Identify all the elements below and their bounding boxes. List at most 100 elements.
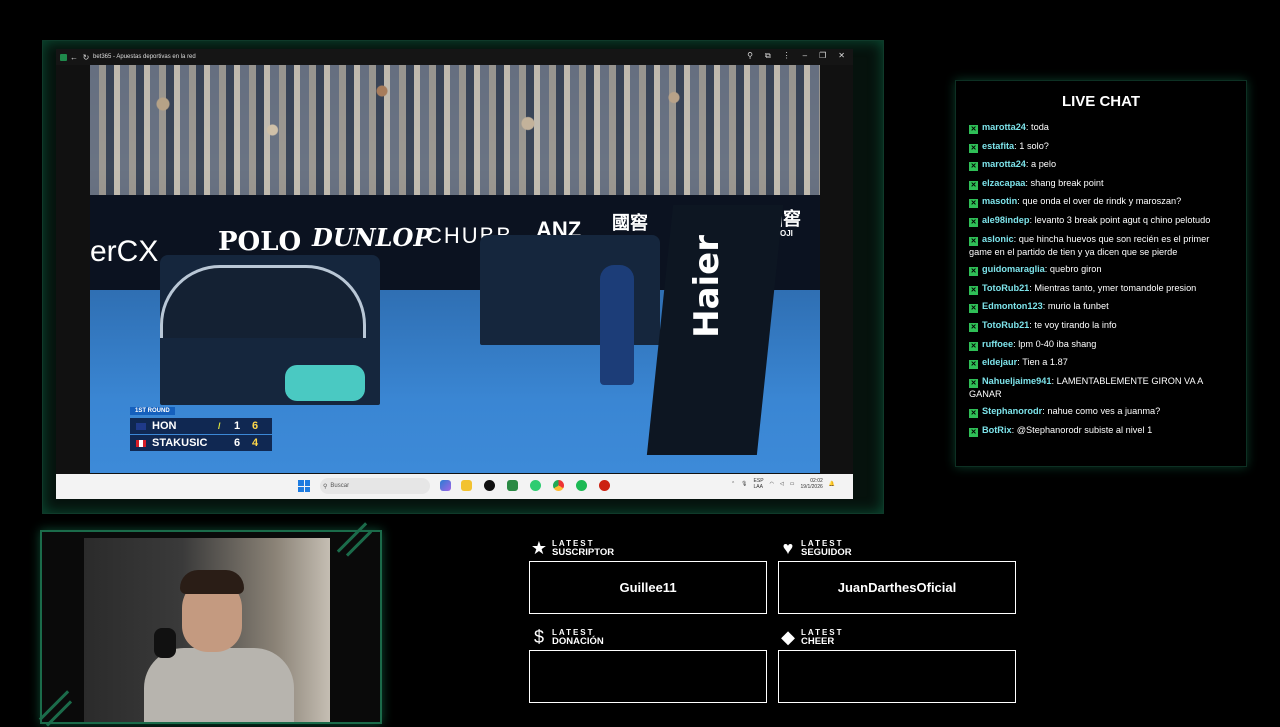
taskbar-search-input[interactable]: Buscar <box>330 483 349 489</box>
chat-message: ✕ eldejaur: Tien a 1.87 <box>969 356 1231 370</box>
kick-badge-icon: ✕ <box>969 125 978 134</box>
site-favicon-icon <box>60 53 67 61</box>
browser-titlebar: ← ↻ bet365 - Apuestas deportivas en la r… <box>56 49 853 65</box>
umpire-chair-brand: Haier <box>687 235 727 338</box>
windows-start-icon[interactable] <box>298 480 310 492</box>
chat-text: levanto 3 break point agut q chino pelot… <box>1034 214 1211 225</box>
zoom-icon[interactable]: ⚲ <box>747 51 753 61</box>
file-explorer-icon[interactable] <box>461 480 472 491</box>
whatsapp-icon[interactable] <box>530 480 541 491</box>
player-games: 6 <box>251 420 259 432</box>
chat-title: LIVE CHAT <box>1061 93 1141 110</box>
chat-message: ✕ Nahueljaime941: LAMENTABLEMENTE GIRON V… <box>969 375 1231 400</box>
lang-bottom: LAA <box>753 484 763 490</box>
chrome-icon[interactable] <box>553 480 564 491</box>
chat-username[interactable]: marotta24 <box>982 159 1026 169</box>
wifi-icon[interactable]: ◠ <box>770 481 774 487</box>
chat-username[interactable]: eldejaur <box>982 357 1017 367</box>
kick-badge-icon: ✕ <box>969 180 978 190</box>
diamond-icon: ◆ <box>781 627 795 647</box>
spotify-icon[interactable] <box>576 480 587 491</box>
alert-type-label: DONACIÓN <box>552 636 604 647</box>
kick-badge-icon: ✕ <box>969 199 978 209</box>
chat-text: te voy tirando la info <box>1034 319 1117 330</box>
titlebar-controls: ⚲ ⧉ ⋮ – ❐ ✕ <box>745 51 845 61</box>
tennis-player <box>600 265 634 385</box>
latest-subscriber-header: ★ LATEST SUSCRIPTOR <box>529 538 614 558</box>
chat-username[interactable]: Nahueljaime941 <box>982 376 1051 386</box>
back-arrow-icon[interactable]: ← <box>69 52 79 62</box>
chat-text: quebro giron <box>1049 264 1102 275</box>
taskbar-search[interactable]: ⚲ Buscar <box>320 478 430 494</box>
star-icon: ★ <box>530 538 548 558</box>
restore-button[interactable]: ❐ <box>819 51 826 61</box>
copilot-icon[interactable] <box>440 480 451 491</box>
chat-username[interactable]: estafita <box>982 141 1014 151</box>
mic-icon[interactable]: 🎙 <box>741 481 747 487</box>
chat-text: toda <box>1031 122 1049 132</box>
kick-badge-icon: ✕ <box>969 217 978 227</box>
player-sets: 6 <box>233 437 241 449</box>
chat-text: shang break point <box>1030 177 1104 188</box>
player-sets: 1 <box>233 420 241 432</box>
menu-dots-icon[interactable]: ⋮ <box>783 51 791 61</box>
bet365-app-icon[interactable] <box>507 480 518 491</box>
chat-username[interactable]: ale98indep <box>982 215 1030 225</box>
chat-username[interactable]: aslonic <box>982 234 1014 244</box>
chat-message: ✕ TotoRub21: Mientras tanto, ymer tomando… <box>969 282 1231 295</box>
kick-badge-icon: ✕ <box>969 322 978 332</box>
notification-bell-icon[interactable]: 🔔 <box>829 481 835 487</box>
heart-icon: ♥ <box>782 538 794 558</box>
live-chat-panel: LIVE CHAT ✕ marotta24: toda ✕ estafita: 1 s… <box>955 80 1247 467</box>
chat-text: lpm 0-40 iba shang <box>1018 338 1097 349</box>
scoreboard-round: 1ST ROUND <box>130 407 175 415</box>
chat-text: Mientras tanto, ymer tomandole presion <box>1034 282 1197 293</box>
webcam-feed <box>84 538 330 722</box>
chat-username[interactable]: TotoRub21 <box>982 283 1029 293</box>
refresh-icon[interactable]: ↻ <box>81 52 91 62</box>
app-icon[interactable] <box>599 480 610 491</box>
kick-badge-icon: ✕ <box>969 285 978 295</box>
scoreboard-row: STAKUSIC 6 4 <box>130 435 272 451</box>
latest-donation-box <box>529 650 767 703</box>
close-button[interactable]: ✕ <box>838 51 845 61</box>
australia-flag-icon <box>136 422 146 430</box>
clock[interactable]: 02:02 19/1/2026 <box>801 478 823 490</box>
kick-badge-icon: ✕ <box>969 341 978 351</box>
extensions-icon[interactable]: ⧉ <box>765 51 771 61</box>
chat-username[interactable]: ruffoee <box>982 339 1013 349</box>
chat-username[interactable]: Stephanorodr <box>982 406 1042 416</box>
chat-username[interactable]: Edmonton123 <box>982 301 1043 311</box>
bench-canopy-left <box>160 265 366 338</box>
scoreboard: 1ST ROUND HON / 1 6 STAKUSIC 6 4 <box>130 407 272 453</box>
kick-badge-icon: ✕ <box>969 143 978 153</box>
minimize-button[interactable]: – <box>803 51 807 61</box>
chat-username[interactable]: TotoRub21 <box>982 320 1029 330</box>
chat-message: ✕ ruffoee: lpm 0-40 iba shang <box>969 338 1231 351</box>
chat-username[interactable]: marotta24 <box>982 122 1026 132</box>
ad-guojiao-left: 國窖 <box>612 213 648 234</box>
volume-icon[interactable]: ◁ <box>780 481 784 487</box>
battery-icon[interactable]: ▭ <box>790 481 795 487</box>
kick-badge-icon: ✕ <box>969 162 978 172</box>
tiktok-icon[interactable] <box>484 480 495 491</box>
chat-username[interactable]: elzacapaa <box>982 178 1025 188</box>
chat-message: ✕ TotoRub21: te voy tirando la info <box>969 319 1231 332</box>
crowd-background <box>90 65 820 195</box>
alert-type-label: SEGUIDOR <box>801 547 852 558</box>
tennis-video[interactable]: erCX POLO DUNLOP CHUBB ANZ 國窖 國窖 GUOJI H… <box>90 65 820 473</box>
latest-follower-header: ♥ LATEST SEGUIDOR <box>778 538 852 558</box>
chat-username[interactable]: masotin <box>982 196 1017 206</box>
language-indicator[interactable]: ESP LAA <box>754 478 764 490</box>
chat-message: ✕ Stephanorodr: nahue como ves a juanma? <box>969 405 1231 419</box>
player-name: STAKUSIC <box>152 437 208 449</box>
chat-username[interactable]: guidomaraglia <box>982 264 1045 274</box>
chat-text: que onda el over de rindk y maroszan? <box>1022 196 1182 207</box>
chat-text: murio la funbet <box>1047 301 1109 312</box>
chat-message-list: ✕ marotta24: toda ✕ estafita: 1 solo? ✕ marot… <box>969 121 1231 443</box>
windows-taskbar: ⚲ Buscar ⌃ 🎙 ESP LAA ◠ ◁ ▭ 02:02 19/1/20… <box>56 474 853 499</box>
chevron-up-icon[interactable]: ⌃ <box>731 481 735 487</box>
chat-username[interactable]: BotRix <box>982 425 1012 435</box>
webcam-frame <box>38 522 382 727</box>
alert-type-label: SUSCRIPTOR <box>552 547 615 558</box>
